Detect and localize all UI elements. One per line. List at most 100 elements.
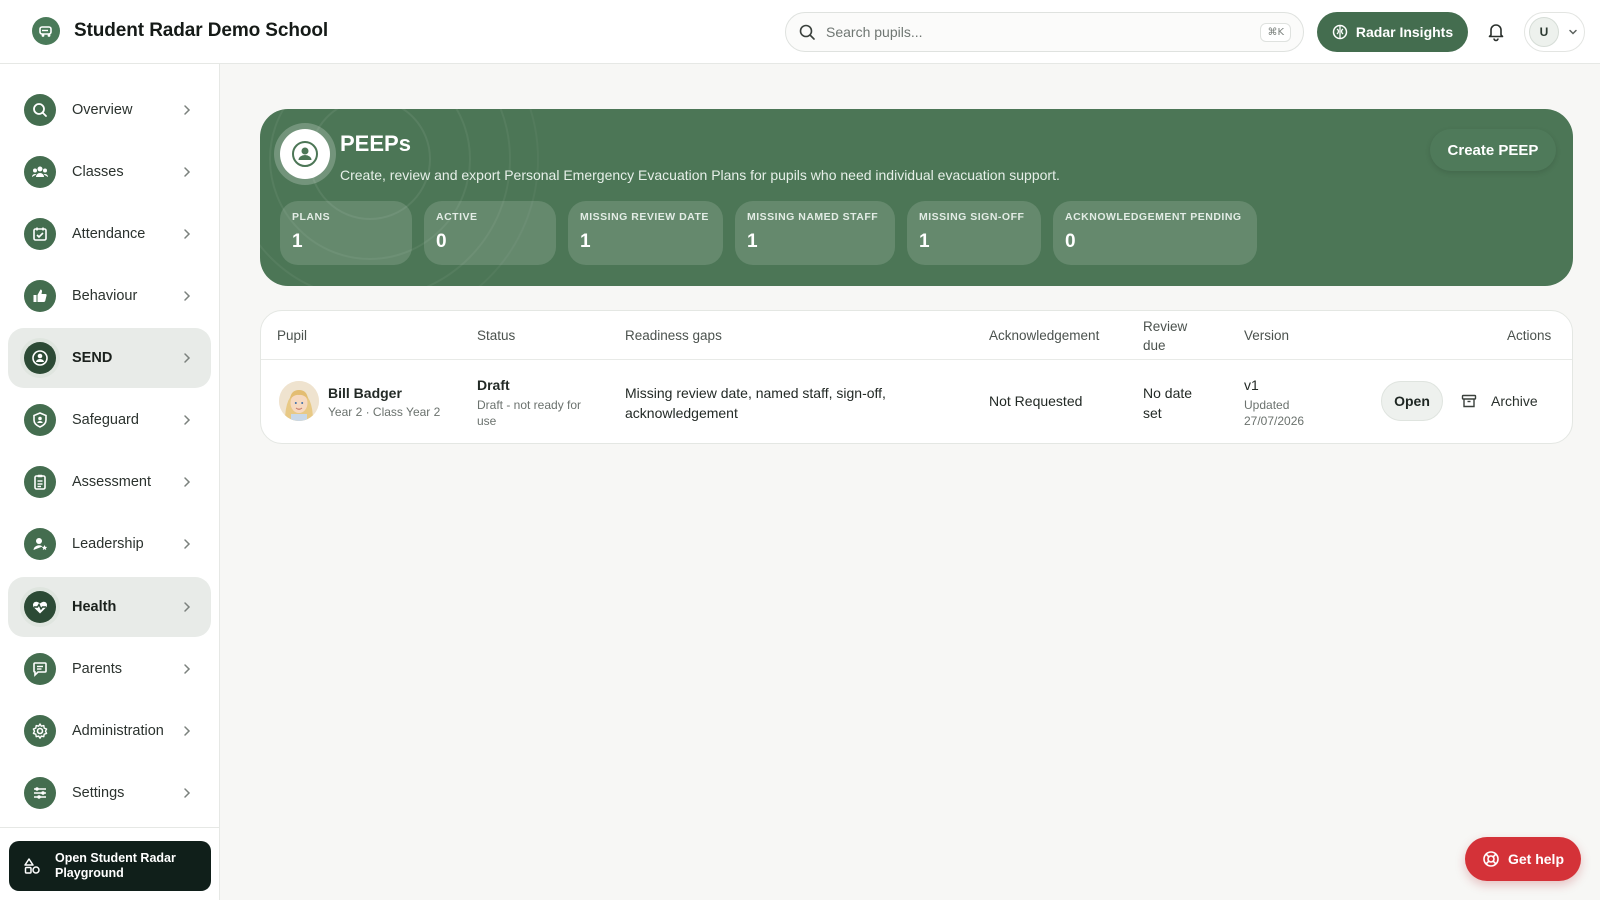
thumbs-up-icon xyxy=(24,280,56,312)
stat-value: 0 xyxy=(436,231,447,252)
acknowledgement-status: Not Requested xyxy=(989,393,1083,409)
sidebar-item-overview[interactable]: Overview xyxy=(8,80,211,140)
chevron-right-icon xyxy=(184,229,191,239)
sidebar-item-label: Classes xyxy=(72,164,124,180)
sidebar-item-administration[interactable]: Administration xyxy=(8,701,211,761)
chevron-right-icon xyxy=(184,291,191,301)
column-header-review-due: Review due xyxy=(1143,318,1188,353)
status-note: Draft - not ready for use xyxy=(477,398,582,428)
version-number: v1 xyxy=(1244,377,1259,393)
sidebar-item-label: Attendance xyxy=(72,226,146,242)
chevron-down-icon xyxy=(1569,29,1577,35)
stat-label: MISSING NAMED STAFF xyxy=(747,211,879,223)
column-header-readiness-gaps: Readiness gaps xyxy=(625,328,722,343)
sidebar-item-health[interactable]: Health xyxy=(8,577,211,637)
search-bar[interactable]: ⌘K xyxy=(785,12,1304,52)
search-input[interactable] xyxy=(826,24,1261,40)
stat-missing-review-date: MISSING REVIEW DATE 1 xyxy=(568,201,723,265)
peeps-table: Pupil Status Readiness gaps Acknowledgem… xyxy=(260,310,1573,444)
search-icon xyxy=(24,94,56,126)
create-peep-button[interactable]: Create PEEP xyxy=(1430,129,1556,171)
archive-button[interactable]: Archive xyxy=(1461,381,1561,421)
page-title: PEEPs xyxy=(340,131,411,156)
chat-icon xyxy=(24,653,56,685)
sidebar-item-label: Safeguard xyxy=(72,412,139,428)
stat-active: ACTIVE 0 xyxy=(424,201,556,265)
lifebuoy-icon xyxy=(1483,851,1499,867)
avatar: U xyxy=(1529,17,1559,47)
shield-icon xyxy=(24,404,56,436)
calendar-check-icon xyxy=(24,218,56,250)
pupil-avatar xyxy=(279,381,319,421)
stat-label: ACTIVE xyxy=(436,211,478,223)
archive-label: Archive xyxy=(1491,393,1538,409)
user-star-icon xyxy=(24,528,56,560)
chevron-right-icon xyxy=(184,167,191,177)
sliders-icon xyxy=(24,777,56,809)
stat-value: 1 xyxy=(919,231,930,252)
column-header-pupil: Pupil xyxy=(277,328,308,343)
open-button[interactable]: Open xyxy=(1381,381,1443,421)
sidebar-item-label: Leadership xyxy=(72,536,144,552)
app-title: Student Radar Demo School xyxy=(74,20,329,41)
sidebar-item-label: Overview xyxy=(72,102,133,118)
chevron-right-icon xyxy=(184,539,191,549)
chevron-right-icon xyxy=(184,477,191,487)
sidebar-item-leadership[interactable]: Leadership xyxy=(8,514,211,574)
stat-missing-named-staff: MISSING NAMED STAFF 1 xyxy=(735,201,895,265)
sidebar-item-label: Behaviour xyxy=(72,288,138,304)
stat-plans: PLANS 1 xyxy=(280,201,412,265)
get-help-button[interactable]: Get help xyxy=(1465,837,1581,881)
brain-icon xyxy=(1332,24,1348,40)
sidebar-item-parents[interactable]: Parents xyxy=(8,639,211,699)
sidebar-item-assessment[interactable]: Assessment xyxy=(8,452,211,512)
stat-missing-sign-off: MISSING SIGN-OFF 1 xyxy=(907,201,1041,265)
stat-value: 1 xyxy=(292,231,303,252)
radar-logo-icon xyxy=(32,17,60,45)
sidebar-divider xyxy=(0,827,219,828)
stat-value: 1 xyxy=(747,231,758,252)
chevron-right-icon xyxy=(184,415,191,425)
heart-pulse-icon xyxy=(24,591,56,623)
get-help-label: Get help xyxy=(1507,851,1564,867)
stat-label: PLANS xyxy=(292,211,331,223)
playground-label: Open Student Radar Playground xyxy=(55,851,176,880)
chevron-right-icon xyxy=(184,602,191,612)
sidebar-item-behaviour[interactable]: Behaviour xyxy=(8,266,211,326)
archive-icon xyxy=(1461,394,1477,408)
stat-value: 1 xyxy=(580,231,591,252)
version-updated: Updated 27/07/2026 xyxy=(1244,398,1305,428)
pupil-name[interactable]: Bill Badger xyxy=(328,385,402,401)
page-subtitle: Create, review and export Personal Emerg… xyxy=(340,167,1060,183)
brand[interactable]: Student Radar Demo School xyxy=(32,17,328,45)
stat-label: MISSING SIGN-OFF xyxy=(919,211,1025,223)
stat-label: MISSING REVIEW DATE xyxy=(580,211,709,223)
peeps-hero: PEEPs Create, review and export Personal… xyxy=(260,109,1573,286)
chevron-right-icon xyxy=(184,353,191,363)
user-menu[interactable]: U xyxy=(1524,12,1585,52)
open-playground-button[interactable]: Open Student Radar Playground xyxy=(9,841,211,891)
search-shortcut: ⌘K xyxy=(1260,22,1291,42)
gear-icon xyxy=(24,715,56,747)
stat-label: ACKNOWLEDGEMENT PENDING xyxy=(1065,211,1242,223)
readiness-gaps: Missing review date, named staff, sign-o… xyxy=(625,385,886,421)
sidebar-item-send[interactable]: SEND xyxy=(8,328,211,388)
stat-acknowledgement-pending: ACKNOWLEDGEMENT PENDING 0 xyxy=(1053,201,1257,265)
peep-badge-icon xyxy=(280,129,330,179)
sidebar-item-classes[interactable]: Classes xyxy=(8,142,211,202)
pupil-meta: Year 2 · Class Year 2 xyxy=(328,405,441,419)
radar-insights-button[interactable]: Radar Insights xyxy=(1317,12,1468,52)
column-header-status: Status xyxy=(477,328,516,343)
sidebar-item-label: SEND xyxy=(72,350,113,366)
sidebar-item-label: Assessment xyxy=(72,474,151,490)
review-due: No date set xyxy=(1143,385,1193,421)
sidebar-item-label: Health xyxy=(72,599,117,615)
sidebar-item-attendance[interactable]: Attendance xyxy=(8,204,211,264)
chevron-right-icon xyxy=(184,664,191,674)
person-circle-icon xyxy=(24,342,56,374)
sidebar-item-safeguard[interactable]: Safeguard xyxy=(8,390,211,450)
bell-icon[interactable] xyxy=(1485,20,1507,42)
sidebar-item-settings[interactable]: Settings xyxy=(8,763,211,823)
users-icon xyxy=(24,156,56,188)
shapes-icon xyxy=(24,858,40,874)
